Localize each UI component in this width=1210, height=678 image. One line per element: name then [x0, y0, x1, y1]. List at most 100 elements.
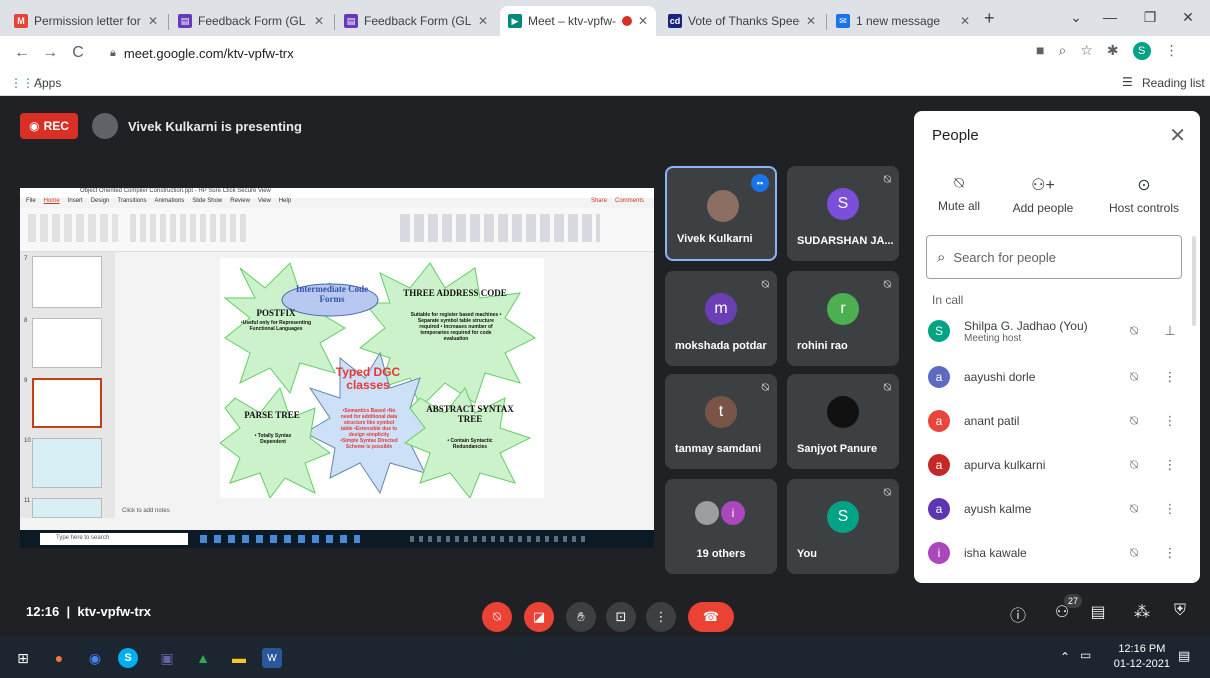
participant-tile[interactable]: ⍉ S SUDARSHAN JA... [787, 166, 899, 261]
chat-icon[interactable]: ▤ [1086, 602, 1110, 622]
forward-icon[interactable]: → [36, 44, 64, 62]
rec-badge: ◉ REC [20, 113, 78, 139]
camera-toggle-button[interactable]: ◪ [524, 602, 554, 632]
thumbnail-selected[interactable] [32, 378, 102, 428]
notifications-icon[interactable]: ▤ [1178, 648, 1190, 664]
thumbnail[interactable] [32, 318, 102, 368]
participant-tile[interactable]: ⍉ m mokshada potdar [665, 271, 777, 366]
hang-up-icon: ☎︎ [702, 609, 720, 624]
mic-off-icon[interactable]: ⍉ [1116, 545, 1152, 561]
tray-chevron-icon[interactable]: ⌃ [1060, 650, 1070, 664]
more-options-icon[interactable]: ⋮ [1152, 501, 1188, 517]
raise-hand-button[interactable]: ✋︎ [566, 602, 596, 632]
extensions-icon[interactable]: ✱ [1107, 42, 1119, 60]
close-icon[interactable]: ✕ [1169, 123, 1186, 148]
close-tab-icon[interactable]: ✕ [806, 14, 816, 28]
chrome-icon[interactable]: ◉ [82, 645, 108, 671]
participant-row[interactable]: i isha kawale ⍉ ⋮ [928, 533, 1188, 573]
teams-icon[interactable]: ▣ [154, 645, 180, 671]
bookmarks-bar: ⋮⋮⋮ Apps ☰ Reading list [0, 70, 1210, 96]
back-icon[interactable]: ← [8, 44, 36, 62]
others-tile[interactable]: i 19 others [665, 479, 777, 574]
close-window-button[interactable]: ✕ [1168, 4, 1208, 30]
ppt-ribbon [20, 208, 654, 252]
mic-off-icon[interactable]: ⍉ [1116, 369, 1152, 385]
word-icon[interactable]: W [262, 648, 282, 668]
leave-call-button[interactable]: ☎︎ [688, 602, 734, 632]
browser-tab-meet[interactable]: ▶ Meet – ktv-vpfw- ✕ [500, 6, 656, 36]
omnibox[interactable]: 🔒︎ meet.google.com/ktv-vpfw-trx [110, 40, 1020, 66]
browser-tab-2[interactable]: ▤ Feedback Form (GL on ✕ [170, 6, 332, 36]
search-people-input[interactable]: ⌕ Search for people [926, 235, 1182, 279]
tac-desc: Suitable for register based machines • S… [410, 312, 502, 342]
slide-notes[interactable]: Click to add notes [122, 508, 170, 514]
browser-tab-5[interactable]: cd Vote of Thanks Speec ✕ [660, 6, 824, 36]
firefox-icon[interactable]: ● [46, 645, 72, 671]
mute-all-button[interactable]: ⍉ Mute all [914, 175, 1004, 213]
mic-off-icon[interactable]: ⍉ [1116, 323, 1152, 339]
thumbnail[interactable] [32, 498, 102, 518]
reload-icon[interactable]: C [64, 44, 92, 62]
self-tile[interactable]: ⍉ S You [787, 479, 899, 574]
host-controls-icon[interactable]: ⛨ [1168, 602, 1192, 620]
skype-icon[interactable]: S [118, 648, 138, 668]
reading-list-icon[interactable]: ☰ [1122, 75, 1133, 89]
panel-scrollbar[interactable] [1192, 236, 1196, 326]
shared-screen-taskbar: Type here to search [20, 530, 654, 548]
more-options-icon[interactable]: ⋮ [1152, 457, 1188, 473]
participant-tile[interactable]: ⍉ t tanmay samdani [665, 374, 777, 469]
participant-tile[interactable]: ⍉ Sanjyot Panure [787, 374, 899, 469]
avatar: S [928, 320, 950, 342]
windows-taskbar [0, 637, 1210, 678]
restore-button[interactable]: ❐ [1130, 4, 1170, 30]
participant-tile[interactable]: ⍉ r rohini rao [787, 271, 899, 366]
participant-name: You [797, 548, 817, 560]
host-controls-button[interactable]: ⊙ Host controls [1094, 175, 1194, 215]
meeting-details-icon[interactable]: ⓘ [1006, 602, 1030, 626]
reading-list-button[interactable]: Reading list [1142, 76, 1205, 90]
mic-off-icon[interactable]: ⍉ [1116, 501, 1152, 517]
add-people-button[interactable]: ⚇+ Add people [998, 175, 1088, 215]
more-options-button[interactable]: ⋮ [646, 602, 676, 632]
participant-row[interactable]: a aayushi dorle ⍉ ⋮ [928, 357, 1188, 397]
activities-icon[interactable]: ⁂ [1130, 602, 1154, 622]
close-tab-icon[interactable]: ✕ [148, 14, 158, 28]
participant-row[interactable]: a ayush kalme ⍉ ⋮ [928, 489, 1188, 529]
close-tab-icon[interactable]: ✕ [478, 14, 488, 28]
close-tab-icon[interactable]: ✕ [960, 14, 970, 28]
bookmark-star-icon[interactable]: ☆ [1080, 42, 1093, 60]
mic-off-icon[interactable]: ⍉ [1116, 413, 1152, 429]
browser-tab-6[interactable]: ✉ 1 new message ✕ [828, 6, 978, 36]
more-options-icon[interactable]: ⋮ [1152, 413, 1188, 429]
menu-icon[interactable]: ⋮ [1165, 42, 1179, 60]
participant-row[interactable]: a anant patil ⍉ ⋮ [928, 401, 1188, 441]
more-options-icon[interactable]: ⋮ [1152, 545, 1188, 561]
minimize-button[interactable]: — [1090, 4, 1130, 30]
thumbnail[interactable] [32, 438, 102, 488]
network-icon[interactable]: ▭ [1080, 648, 1091, 662]
windows-start-icon[interactable]: ⊞ [10, 645, 36, 671]
drive-icon[interactable]: ▲ [190, 645, 216, 671]
present-button[interactable]: ⊡ [606, 602, 636, 632]
close-tab-icon[interactable]: ✕ [638, 14, 648, 28]
pin-icon[interactable]: ⊥ [1152, 323, 1188, 339]
browser-tab-1[interactable]: M Permission letter for G ✕ [6, 6, 166, 36]
mic-off-icon[interactable]: ⍉ [1116, 457, 1152, 473]
browser-tab-3[interactable]: ▤ Feedback Form (GL on ✕ [336, 6, 496, 36]
system-clock[interactable]: 12:16 PM 01-12-2021 [1114, 642, 1170, 672]
participant-row[interactable]: S Shilpa G. Jadhao (You) Meeting host ⍉ ⊥ [928, 311, 1188, 351]
apps-bookmark[interactable]: Apps [34, 76, 61, 90]
search-placeholder: Search for people [953, 249, 1057, 265]
avatar: a [928, 366, 950, 388]
camera-icon[interactable]: ■ [1036, 42, 1044, 60]
more-options-icon[interactable]: ⋮ [1152, 369, 1188, 385]
participant-tile[interactable]: ▪▪ Vivek Kulkarni [665, 166, 777, 261]
thumbnail[interactable] [32, 256, 102, 308]
profile-avatar[interactable]: S [1132, 42, 1151, 60]
mic-toggle-button[interactable]: ⍉ [482, 602, 512, 632]
close-tab-icon[interactable]: ✕ [314, 14, 324, 28]
participant-row[interactable]: a apurva kulkarni ⍉ ⋮ [928, 445, 1188, 485]
zoom-icon[interactable]: ⌕ [1058, 42, 1066, 60]
file-explorer-icon[interactable]: ▬ [226, 645, 252, 671]
new-tab-button[interactable]: + [984, 8, 995, 29]
